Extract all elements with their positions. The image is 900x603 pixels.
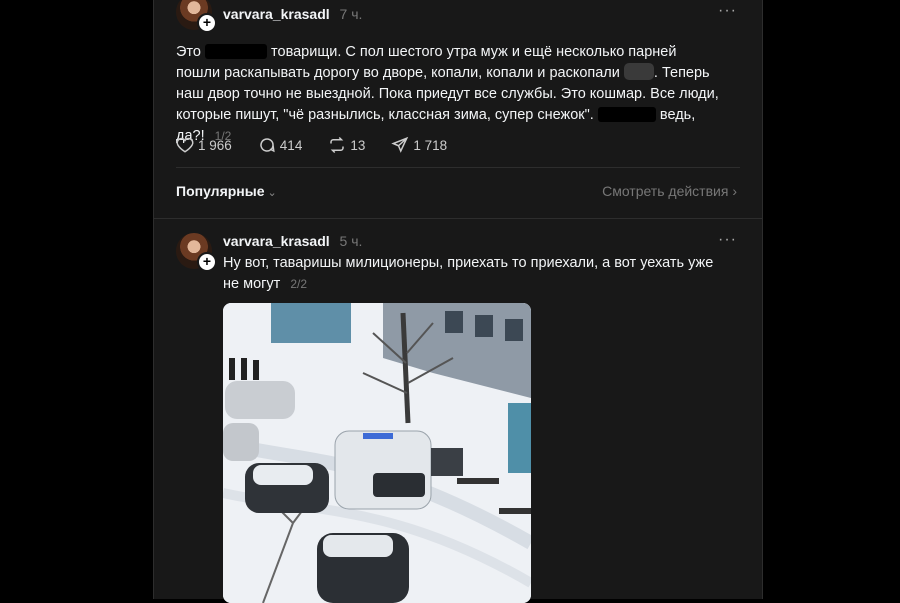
snowy-yard-image — [223, 303, 531, 603]
share-button[interactable]: 1 718 — [391, 136, 447, 154]
sort-label: Популярные — [176, 183, 265, 199]
post-header: varvara_krasadl 7 ч. — [223, 6, 362, 22]
post-text: Ну вот, таваришы милиционеры, приехать т… — [223, 253, 722, 295]
username[interactable]: varvara_krasadl — [223, 6, 330, 22]
follow-plus-icon[interactable]: + — [197, 252, 217, 272]
post-image[interactable] — [223, 303, 531, 603]
post-header: varvara_krasadl 5 ч. — [223, 233, 362, 249]
more-options-icon[interactable]: ··· — [718, 231, 737, 249]
heart-icon — [176, 137, 194, 153]
timestamp[interactable]: 7 ч. — [340, 6, 363, 22]
view-activity-link[interactable]: Смотреть действия › — [602, 183, 737, 199]
post-actions: 1 966 414 13 1 718 — [176, 136, 447, 154]
username[interactable]: varvara_krasadl — [223, 233, 330, 249]
comment-button[interactable]: 414 — [258, 136, 303, 154]
sort-dropdown[interactable]: Популярные ⌄ — [176, 183, 277, 199]
timestamp[interactable]: 5 ч. — [340, 233, 363, 249]
chevron-right-icon: › — [732, 183, 737, 199]
thread-feed: + varvara_krasadl 7 ч. ··· Это товарищи.… — [153, 0, 763, 603]
like-button[interactable]: 1 966 — [176, 136, 232, 154]
comment-icon — [260, 138, 275, 153]
repost-button[interactable]: 13 — [328, 136, 365, 154]
redacted-word — [205, 44, 267, 59]
repost-icon — [330, 136, 345, 154]
comment-count: 414 — [279, 137, 303, 153]
thread-counter: 2/2 — [290, 277, 308, 291]
repost-count: 13 — [350, 137, 366, 153]
like-count: 1 966 — [198, 137, 232, 153]
divider — [176, 167, 740, 168]
send-icon — [391, 136, 409, 153]
redacted-emoji — [623, 63, 654, 80]
sort-bar: Популярные ⌄ Смотреть действия › — [176, 183, 737, 199]
avatar[interactable]: + — [176, 0, 217, 33]
share-count: 1 718 — [413, 137, 448, 153]
redacted-word — [597, 107, 656, 122]
avatar[interactable]: + — [176, 233, 217, 272]
follow-plus-icon[interactable]: + — [197, 13, 217, 33]
view-activity-label: Смотреть действия — [602, 183, 729, 199]
chevron-down-icon: ⌄ — [267, 187, 277, 199]
post-text-part: Это — [176, 44, 201, 60]
post-text: Это товарищи. С пол шестого утра муж и е… — [176, 42, 722, 147]
divider — [154, 218, 762, 219]
more-options-icon[interactable]: ··· — [718, 2, 737, 20]
